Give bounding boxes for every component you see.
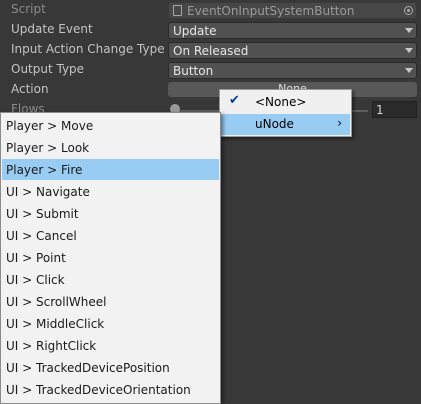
context-menu-item-unode[interactable]: uNode › <box>221 114 350 135</box>
input-action-change-type-label: Input Action Change Type <box>11 42 165 56</box>
context-menu: ✔ <None> uNode › <box>219 89 352 137</box>
script-label: Script <box>11 2 46 16</box>
list-item-label: Player > Move <box>6 119 94 133</box>
list-item[interactable]: UI > Cancel <box>2 225 219 246</box>
input-action-change-type-dropdown[interactable]: On Released <box>168 42 417 59</box>
flows-value: 1 <box>376 103 384 117</box>
list-item-label: UI > Navigate <box>6 185 90 199</box>
object-picker-icon[interactable] <box>404 6 413 15</box>
list-item-label: UI > Submit <box>6 207 79 221</box>
action-row: Action None <box>0 80 421 100</box>
list-item-label: UI > Point <box>6 251 66 265</box>
list-item-label: UI > RightClick <box>6 339 97 353</box>
list-item[interactable]: UI > Click <box>2 269 219 290</box>
script-value: EventOnInputSystemButton <box>187 4 355 18</box>
list-item[interactable]: UI > TrackedDeviceOrientation <box>2 379 219 400</box>
update-event-row: Update Event Update <box>0 20 421 40</box>
list-item[interactable]: UI > Navigate <box>2 181 219 202</box>
list-item[interactable]: Player > Move <box>2 115 219 136</box>
chevron-down-icon <box>405 28 413 33</box>
action-list-popup: Player > Move Player > Look Player > Fir… <box>0 112 221 404</box>
list-item[interactable]: Player > Look <box>2 137 219 158</box>
update-event-label: Update Event <box>11 22 93 36</box>
input-action-change-type-row: Input Action Change Type On Released <box>0 40 421 60</box>
input-action-change-type-value: On Released <box>173 44 249 58</box>
flows-number-field[interactable]: 1 <box>372 101 417 118</box>
list-item-label: Player > Look <box>6 141 90 155</box>
update-event-value: Update <box>173 24 217 38</box>
output-type-label: Output Type <box>11 62 85 76</box>
list-item-selected[interactable]: Player > Fire <box>2 159 219 180</box>
chevron-down-icon <box>405 48 413 53</box>
output-type-row: Output Type Button <box>0 60 421 80</box>
output-type-value: Button <box>173 64 214 78</box>
script-row: Script EventOnInputSystemButton <box>0 0 421 20</box>
script-file-icon <box>173 5 182 16</box>
list-item[interactable]: UI > ScrollWheel <box>2 291 219 312</box>
action-label: Action <box>11 82 49 96</box>
list-item-label: UI > Cancel <box>6 229 77 243</box>
list-item[interactable]: UI > Submit <box>2 203 219 224</box>
script-field[interactable]: EventOnInputSystemButton <box>168 2 417 19</box>
context-menu-item-none[interactable]: ✔ <None> <box>221 92 350 113</box>
list-item-label: UI > TrackedDeviceOrientation <box>6 383 191 397</box>
list-item[interactable]: UI > TrackedDevicePosition <box>2 357 219 378</box>
list-item-label: UI > TrackedDevicePosition <box>6 361 170 375</box>
submenu-arrow-icon: › <box>337 116 342 130</box>
output-type-dropdown[interactable]: Button <box>168 62 417 79</box>
list-item[interactable]: UI > MiddleClick <box>2 313 219 334</box>
list-item[interactable]: UI > Point <box>2 247 219 268</box>
chevron-down-icon <box>405 68 413 73</box>
list-item-label: UI > ScrollWheel <box>6 295 107 309</box>
list-item[interactable]: UI > RightClick <box>2 335 219 356</box>
context-menu-item-label: <None> <box>255 95 307 109</box>
context-menu-item-label: uNode <box>255 117 294 131</box>
list-item-label: Player > Fire <box>6 163 83 177</box>
list-item-label: UI > MiddleClick <box>6 317 105 331</box>
checkmark-icon: ✔ <box>229 93 240 108</box>
update-event-dropdown[interactable]: Update <box>168 22 417 39</box>
list-item-label: UI > Click <box>6 273 65 287</box>
